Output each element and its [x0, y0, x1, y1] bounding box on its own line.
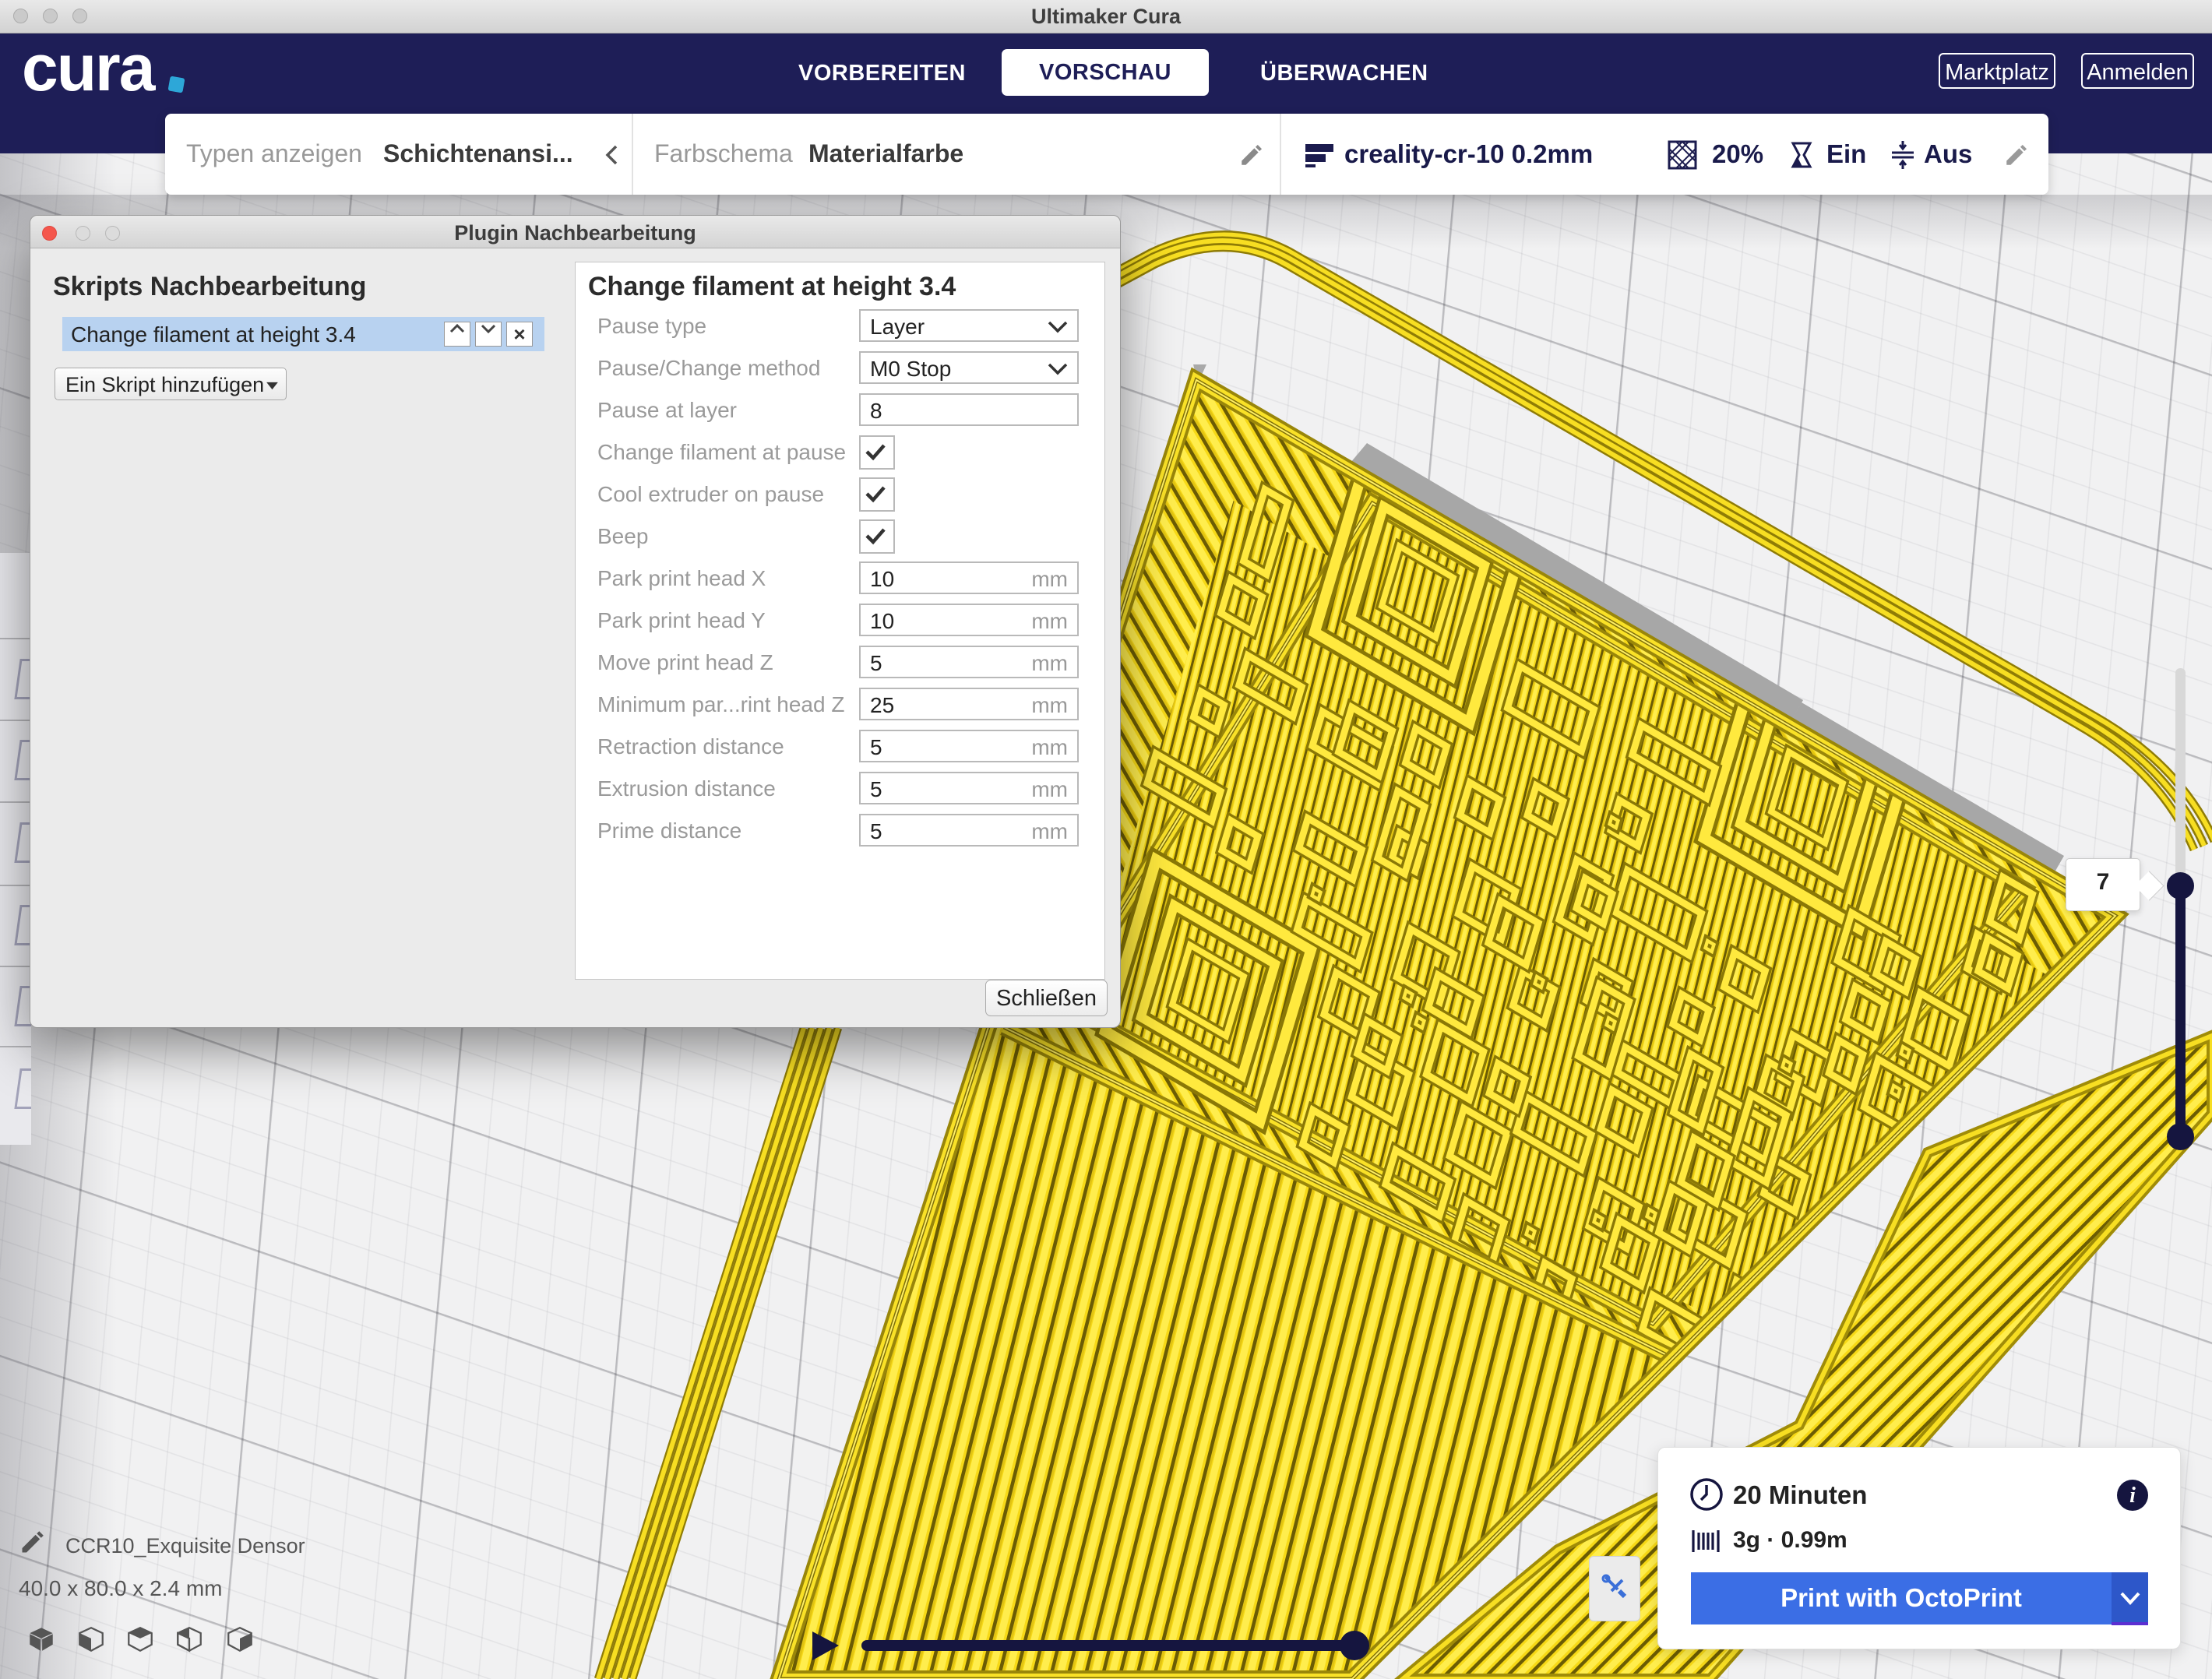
- svg-text:i: i: [2129, 1484, 2136, 1508]
